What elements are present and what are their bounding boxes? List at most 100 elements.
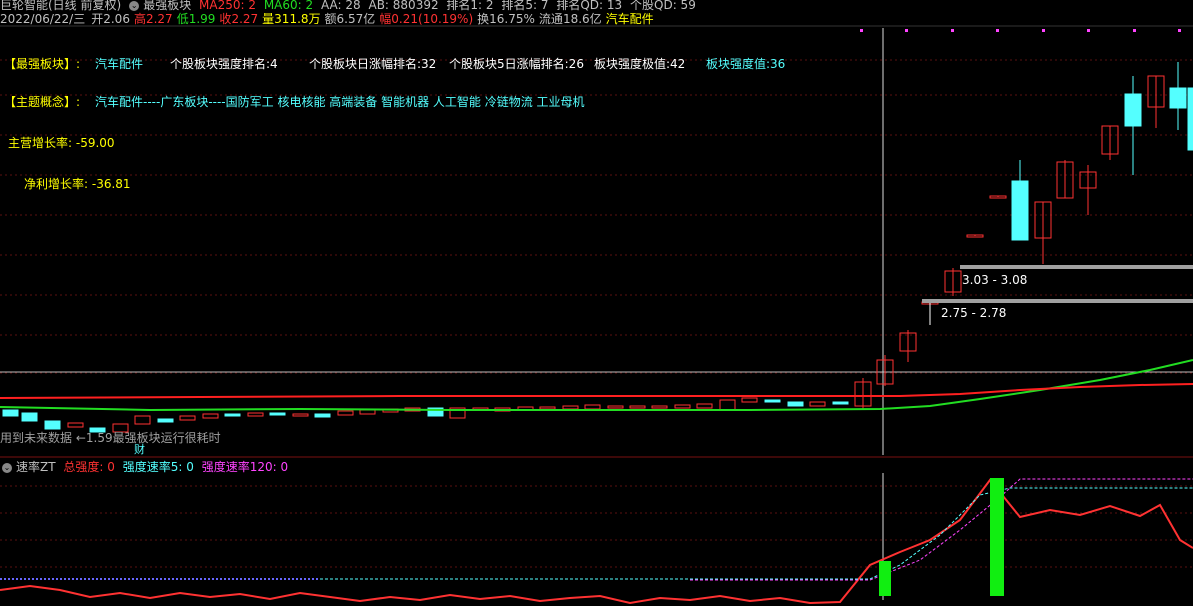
change-label: 幅 [379,12,392,26]
price-range-lower: 2.75 - 2.78 [941,306,1007,320]
dropdown-icon[interactable]: ⌄ [129,0,140,11]
candlestick [134,415,151,425]
signal-dot [905,29,908,32]
candlestick [2,409,19,417]
candlestick [269,412,286,416]
signal-bar [990,478,1004,596]
sector-value[interactable]: 汽车配件 [606,12,654,26]
low-label: 低 [176,12,189,26]
sector-day-rank: 个股板块日涨幅排名:32 [309,57,437,71]
dropdown-icon[interactable]: ⌄ [2,462,12,473]
candlestick [787,401,804,407]
candlestick [247,412,264,417]
vol-label: 量 [262,12,275,26]
signal-dot [860,29,863,32]
strength-rate120-line [690,478,1193,581]
float-label: 流通 [538,12,563,26]
future-data-warning: 用到未来数据 ←1.59最强板块运行很耗时 [0,431,221,445]
candlestick [224,413,241,417]
candlestick [764,399,781,403]
candlestick [67,422,84,428]
strongest-sector-value: 汽车配件 [95,57,144,71]
ma60-value: MA60: 2 [263,0,314,12]
rank1-value: 排名1: 2 [446,0,494,12]
sector-strength-extreme: 板块强度极值:42 [594,57,686,71]
candlestick [741,397,758,403]
high-value: 2.27 [145,12,173,26]
candlestick [21,412,38,422]
candlestick [832,401,849,405]
candlestick [719,399,736,411]
candlestick [809,401,826,407]
signal-dot [951,29,954,32]
candlestick [292,413,309,417]
kline-chart[interactable] [0,0,1193,606]
float-value: 18.6亿 [562,12,602,26]
support-bar [960,265,1193,269]
ma60-line [0,359,1193,412]
candlestick [562,405,579,410]
vol-value: 311.8万 [274,12,321,26]
signal-dot [996,29,999,32]
candlestick [539,406,556,410]
candlestick [629,405,646,409]
ma250-value: MA250: 2 [199,0,256,12]
price-range-upper: 3.03 - 3.08 [962,273,1028,287]
stockqd-value: 个股QD: 59 [630,0,696,12]
rank5-value: 排名5: 7 [501,0,549,12]
quote-date: 2022/06/22/三 [0,12,86,26]
indicator-name[interactable]: 最强板块 [143,0,191,12]
signal-dot [1133,29,1136,32]
close-label: 收 [219,12,232,26]
theme-concept-value: 汽车配件----广东板块----国防军工 核电核能 高端装备 智能机器 人工智能… [95,95,585,109]
signal-dot [1042,29,1045,32]
candlestick [359,409,376,415]
signal-bar [879,561,891,596]
low-value: 1.99 [188,12,216,26]
total-strength: 总强度: 0 [63,460,115,474]
ab-value: AB: 880392 [368,0,439,12]
strength-rate-5: 强度速率5: 0 [122,460,194,474]
candlestick [337,410,354,416]
close-value: 2.27 [231,12,259,26]
revenue-growth: 主营增长率: -59.00 [8,136,115,150]
candlestick [674,404,691,409]
strength-rate-120: 强度速率120: 0 [201,460,289,474]
signal-dot [1178,29,1181,32]
warning-text-2: 最强板块运行很耗时 [112,431,221,445]
candlestick [1011,180,1029,241]
profit-growth: 净利增长率: -36.81 [24,177,131,191]
candlestick [584,404,601,410]
stock-sector-rank: 个股板块强度排名:4 [170,57,278,71]
aa-value: AA: 28 [320,0,361,12]
finance-marker[interactable]: 财 [134,443,145,457]
strongest-sector-label: 【最强板块】: [4,57,81,71]
change-value: 0.21(10.19%) [391,12,474,26]
rankqd-value: 排名QD: 13 [556,0,623,12]
signal-dot [1087,29,1090,32]
candlestick [1124,93,1142,127]
stock-title[interactable]: 巨轮智能(日线 前复权) [0,0,121,12]
amount-label: 额 [324,12,337,26]
open-label: 开 [91,12,104,26]
candlestick [157,418,174,423]
theme-concept-label: 【主题概念】: [4,95,81,109]
sector-strength-value: 板块强度值:36 [706,57,786,71]
sector-5day-rank: 个股板块5日涨幅排名:26 [449,57,584,71]
strength-rate5-line [320,487,1193,580]
candlestick [314,413,331,418]
total-strength-line [0,478,1193,605]
candlestick [1169,87,1187,109]
turnover-label: 换 [477,12,490,26]
open-value: 2.06 [103,12,130,26]
candlestick [1187,87,1193,151]
chart-header: 巨轮智能(日线 前复权) ⌄ 最强板块 MA250: 2 MA60: 2 AA: 2… [0,0,700,12]
candlestick [44,420,61,430]
sub-indicator-name[interactable]: 速率ZT [16,460,56,474]
candlestick [179,415,196,421]
quote-bar: 2022/06/22/三 开2.06 高2.27 低1.99 收2.27 量311.8万额… [0,12,658,26]
turnover-value: 16.75% [489,12,535,26]
high-label: 高 [133,12,146,26]
sub-indicator-header: ⌄ 速率ZT 总强度: 0 强度速率5: 0 强度速率120: 0 [0,460,292,474]
candlestick [651,405,668,409]
